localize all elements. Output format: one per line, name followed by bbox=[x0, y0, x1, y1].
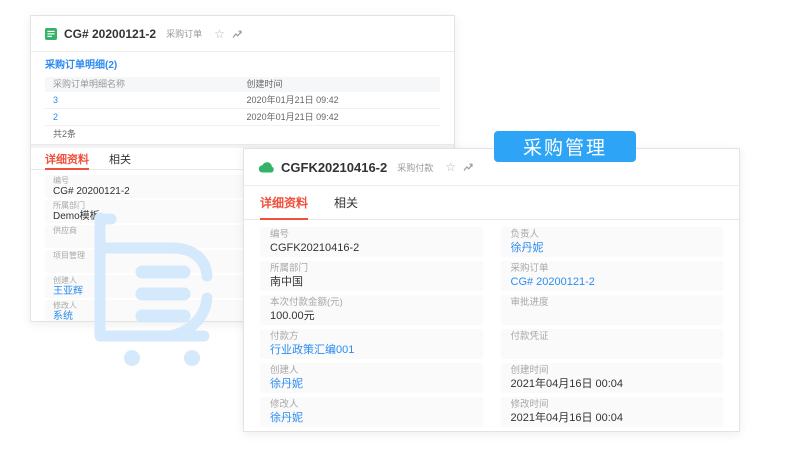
field-modifier: 修改人 徐丹妮 bbox=[260, 397, 483, 427]
table-row: 2 2020年01月21日 09:42 bbox=[45, 109, 440, 126]
purchase-order-link[interactable]: CG# 20200121-2 bbox=[511, 275, 714, 289]
field-label: 付款凭证 bbox=[510, 331, 549, 342]
field-value: 2021年04月16日 00:04 bbox=[510, 411, 624, 424]
order-lines-section: 采购订单明细(2) 采购订单明细名称 创建时间 3 2020年01月21日 09… bbox=[31, 52, 454, 144]
field-value bbox=[511, 309, 714, 323]
field-label: 本次付款金额(元) bbox=[270, 297, 343, 308]
field-purchase-order: 采购订单 CG# 20200121-2 bbox=[500, 261, 723, 291]
field-label: 创建时间 bbox=[510, 365, 549, 376]
field-label: 编号 bbox=[270, 229, 290, 240]
field-approval-progress: 审批进度 bbox=[500, 295, 723, 325]
field-label: 创建人 bbox=[270, 365, 299, 376]
field-value: 100.00元 bbox=[270, 309, 315, 322]
field-label: 所属部门 bbox=[270, 263, 309, 274]
order-line-created: 2020年01月21日 09:42 bbox=[246, 94, 339, 105]
purchase-order-title: CG# 20200121-2 bbox=[64, 26, 157, 41]
tab-details[interactable]: 详细资料 bbox=[45, 148, 89, 170]
record-type-label: 采购订单 bbox=[166, 29, 203, 39]
table-header-row: 采购订单明细名称 创建时间 bbox=[45, 77, 440, 92]
field-creator: 创建人 徐丹妮 bbox=[260, 363, 483, 393]
star-icon[interactable]: ☆ bbox=[445, 161, 456, 173]
purchase-order-header: CG# 20200121-2 采购订单 ☆ bbox=[31, 16, 454, 52]
field-owner: 负责人 徐丹妮 bbox=[500, 227, 723, 257]
modifier-link[interactable]: 徐丹妮 bbox=[270, 411, 473, 425]
column-header-created: 创建时间 bbox=[246, 79, 283, 89]
cart-wheel-right bbox=[184, 350, 200, 366]
field-department: 所属部门 南中国 bbox=[260, 261, 483, 291]
record-type-label: 采购付款 bbox=[397, 162, 434, 173]
cloud-icon bbox=[258, 162, 274, 173]
order-lines-section-title: 采购订单明细(2) bbox=[45, 60, 118, 71]
field-payment-voucher: 付款凭证 bbox=[500, 329, 723, 359]
field-value: 南中国 bbox=[270, 275, 303, 288]
field-payment-amount: 本次付款金额(元) 100.00元 bbox=[260, 295, 483, 325]
field-value: CGFK20210416-2 bbox=[270, 241, 360, 254]
table-row: 3 2020年01月21日 09:42 bbox=[45, 92, 440, 109]
module-badge: 采购管理 bbox=[494, 131, 636, 162]
field-value bbox=[511, 343, 714, 357]
field-label: 付款方 bbox=[270, 331, 299, 342]
page-canvas: CG# 20200121-2 采购订单 ☆ 采购订单明细(2) 采购订单明细名称… bbox=[0, 0, 792, 459]
tab-details[interactable]: 详细资料 bbox=[260, 186, 309, 220]
share-icon[interactable] bbox=[232, 29, 242, 39]
share-icon[interactable] bbox=[463, 162, 473, 172]
creator-link[interactable]: 徐丹妮 bbox=[270, 377, 473, 391]
owner-link[interactable]: 徐丹妮 bbox=[511, 241, 714, 255]
field-created-time: 创建时间 2021年04月16日 00:04 bbox=[500, 363, 723, 393]
field-modified-time: 修改时间 2021年04月16日 00:04 bbox=[500, 397, 723, 427]
purchase-payment-card: CGFK20210416-2 采购付款 ☆ 详细资料 相关 编号 CGFK202… bbox=[243, 148, 740, 432]
field-payer: 付款方 行业政策汇编001 bbox=[260, 329, 483, 359]
column-header-name: 采购订单明细名称 bbox=[53, 79, 126, 89]
field-value: 2021年04月16日 00:04 bbox=[510, 377, 624, 390]
payer-link[interactable]: 行业政策汇编001 bbox=[270, 343, 473, 357]
field-number: 编号 CGFK20210416-2 bbox=[260, 227, 483, 257]
field-label: 修改人 bbox=[270, 399, 299, 410]
tab-related[interactable]: 相关 bbox=[334, 186, 358, 219]
document-icon bbox=[45, 27, 57, 40]
purchase-payment-title: CGFK20210416-2 bbox=[281, 159, 388, 175]
field-label: 负责人 bbox=[510, 229, 540, 240]
tab-related[interactable]: 相关 bbox=[109, 148, 131, 169]
field-label: 审批进度 bbox=[510, 297, 549, 308]
table-total-count: 共2条 bbox=[53, 128, 77, 139]
star-icon[interactable]: ☆ bbox=[214, 28, 225, 40]
cart-wheel-left bbox=[124, 350, 140, 366]
order-lines-table: 采购订单明细名称 创建时间 3 2020年01月21日 09:42 2 2020… bbox=[45, 77, 440, 142]
order-line-created: 2020年01月21日 09:42 bbox=[246, 111, 339, 122]
order-line-link[interactable]: 3 bbox=[53, 95, 58, 105]
purchase-payment-header: CGFK20210416-2 采购付款 ☆ bbox=[244, 149, 739, 186]
order-line-link[interactable]: 2 bbox=[53, 112, 58, 122]
payment-detail-fields: 编号 CGFK20210416-2 负责人 徐丹妮 所属部门 南中国 采购订单 … bbox=[244, 220, 739, 431]
field-label: 修改时间 bbox=[510, 399, 549, 410]
detail-tabs: 详细资料 相关 bbox=[244, 186, 739, 220]
field-label: 采购订单 bbox=[510, 263, 549, 274]
